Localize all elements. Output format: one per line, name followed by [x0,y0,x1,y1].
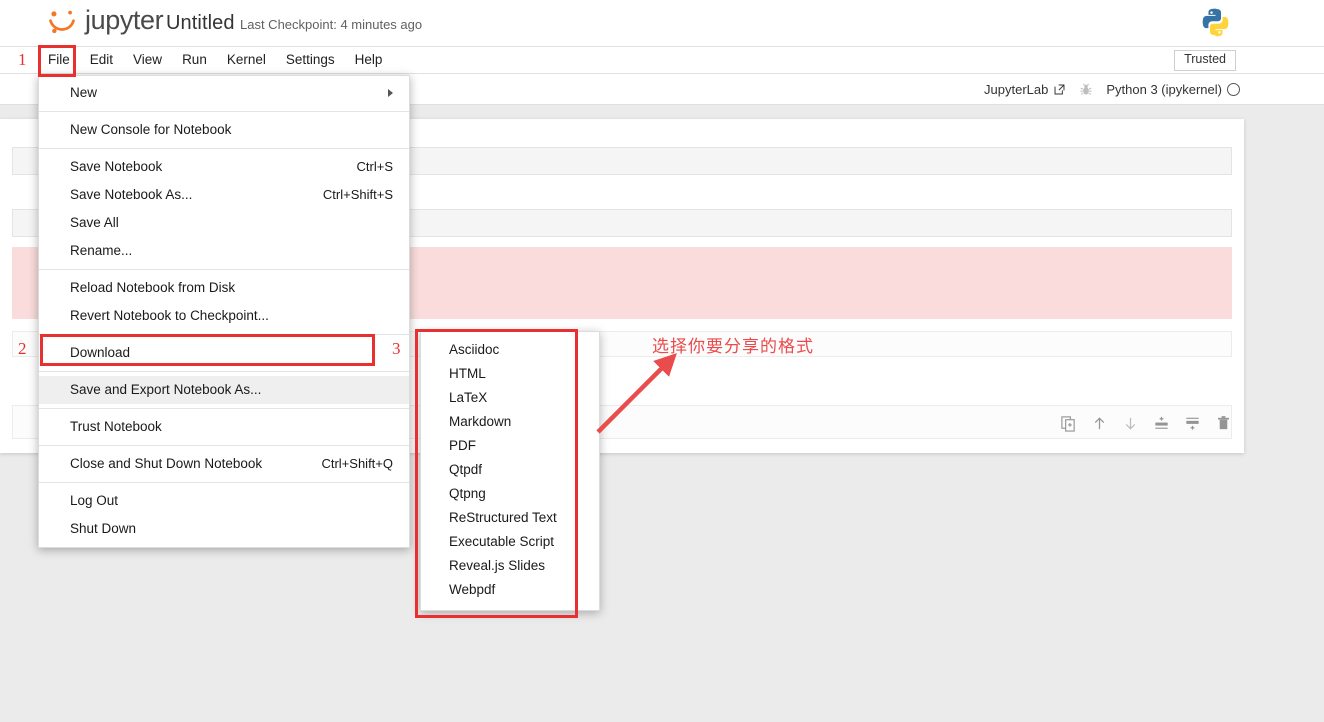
menu-file[interactable]: File [38,49,80,71]
bug-icon[interactable] [1079,83,1093,97]
file-dropdown-menu: New New Console for Notebook Save Notebo… [38,75,410,548]
menu-item-save-and-export-notebook-as[interactable]: Save and Export Notebook As... [39,376,409,404]
menu-separator [39,269,409,270]
annotation-number-3: 3 [392,339,401,358]
menu-item-label: New Console for Notebook [70,122,232,137]
notebook-checkpoint-label: Last Checkpoint: 4 minutes ago [240,17,423,32]
menu-item-shortcut: Ctrl+S [356,159,393,174]
duplicate-cell-icon[interactable] [1060,415,1077,432]
menu-item-revert-notebook-to-checkpoint[interactable]: Revert Notebook to Checkpoint... [39,302,409,330]
jupyter-logo [49,10,75,34]
menu-item-new-console-for-notebook[interactable]: New Console for Notebook [39,116,409,144]
annotation-number-1: 1 [18,50,27,69]
annotation-number-2: 2 [18,339,27,358]
menu-separator [39,148,409,149]
submenu-item-markdown[interactable]: Markdown [421,410,599,434]
menu-settings[interactable]: Settings [276,49,345,71]
kernel-idle-circle-icon [1227,83,1240,96]
annotation-note-text: 选择你要分享的格式 [652,337,814,356]
insert-cell-above-icon[interactable] [1153,415,1170,432]
menu-item-label: Log Out [70,493,119,508]
submenu-item-asciidoc[interactable]: Asciidoc [421,338,599,362]
menu-view[interactable]: View [123,49,172,71]
menu-item-label: Shut Down [70,521,137,536]
submenu-item-revealjs-slides[interactable]: Reveal.js Slides [421,554,599,578]
menu-item-log-out[interactable]: Log Out [39,487,409,515]
submenu-item-webpdf[interactable]: Webpdf [421,578,599,602]
kernel-bar-right-group: JupyterLab Python 3 (ipykernel) [984,74,1240,105]
menu-item-label: Revert Notebook to Checkpoint... [70,308,269,323]
menu-item-label: Trust Notebook [70,419,162,434]
menu-kernel[interactable]: Kernel [217,49,276,71]
menu-item-shortcut: Ctrl+Shift+S [322,187,393,202]
menu-item-label: Save Notebook As... [70,187,193,202]
jupyterlab-link[interactable]: JupyterLab [984,82,1066,97]
menu-item-label: Download [70,345,131,360]
submenu-item-executable-script[interactable]: Executable Script [421,530,599,554]
submenu-item-restructured-text[interactable]: ReStructured Text [421,506,599,530]
export-format-submenu: Asciidoc HTML LaTeX Markdown PDF Qtpdf Q… [420,331,600,611]
submenu-item-html[interactable]: HTML [421,362,599,386]
menu-separator [39,334,409,335]
menu-separator [39,371,409,372]
menu-separator [39,445,409,446]
menu-bar-items: File Edit View Run Kernel Settings Help [38,47,392,73]
kernel-selector[interactable]: Python 3 (ipykernel) [1106,82,1240,97]
external-link-icon [1054,84,1065,95]
menu-item-trust-notebook[interactable]: Trust Notebook [39,413,409,441]
menu-item-rename[interactable]: Rename... [39,237,409,265]
kernel-name-label: Python 3 (ipykernel) [1106,82,1222,97]
submenu-item-latex[interactable]: LaTeX [421,386,599,410]
menu-item-label: Reload Notebook from Disk [70,280,236,295]
menu-item-close-and-shut-down-notebook[interactable]: Close and Shut Down Notebook Ctrl+Shift+… [39,450,409,478]
top-header-bar: jupyter Untitled Last Checkpoint: 4 minu… [0,0,1324,47]
jupyter-brand[interactable]: jupyter [45,5,164,39]
submenu-item-pdf[interactable]: PDF [421,434,599,458]
menu-item-download[interactable]: Download [39,339,409,367]
insert-cell-below-icon[interactable] [1184,415,1201,432]
submenu-item-qtpng[interactable]: Qtpng [421,482,599,506]
menu-item-save-notebook[interactable]: Save Notebook Ctrl+S [39,153,409,181]
menu-edit[interactable]: Edit [80,49,123,71]
menu-item-label: Save Notebook [70,159,163,174]
menu-item-new[interactable]: New [39,79,409,107]
move-cell-up-icon[interactable] [1091,415,1108,432]
menu-separator [39,408,409,409]
chevron-right-icon [388,89,393,97]
menu-item-save-notebook-as[interactable]: Save Notebook As... Ctrl+Shift+S [39,181,409,209]
menu-item-label: Save All [70,215,119,230]
jupyterlab-label: JupyterLab [984,82,1049,97]
menu-item-save-all[interactable]: Save All [39,209,409,237]
menu-bar: File Edit View Run Kernel Settings Help … [0,47,1324,74]
python-logo [1202,8,1229,37]
delete-cell-icon[interactable] [1215,415,1232,432]
menu-run[interactable]: Run [172,49,217,71]
menu-help[interactable]: Help [345,49,393,71]
jupyter-brand-word: jupyter [85,5,164,35]
move-cell-down-icon[interactable] [1122,415,1139,432]
trusted-status-badge[interactable]: Trusted [1174,50,1236,71]
menu-item-label: Close and Shut Down Notebook [70,456,263,471]
menu-separator [39,482,409,483]
menu-item-label: Save and Export Notebook As... [70,382,262,397]
menu-item-shut-down[interactable]: Shut Down [39,515,409,543]
menu-item-shortcut: Ctrl+Shift+Q [321,456,393,471]
menu-item-reload-notebook-from-disk[interactable]: Reload Notebook from Disk [39,274,409,302]
menu-item-label: Rename... [70,243,133,258]
submenu-item-qtpdf[interactable]: Qtpdf [421,458,599,482]
menu-item-label: New [70,85,98,100]
notebook-title[interactable]: Untitled [166,12,235,35]
cell-toolbar [1060,415,1232,432]
menu-separator [39,111,409,112]
